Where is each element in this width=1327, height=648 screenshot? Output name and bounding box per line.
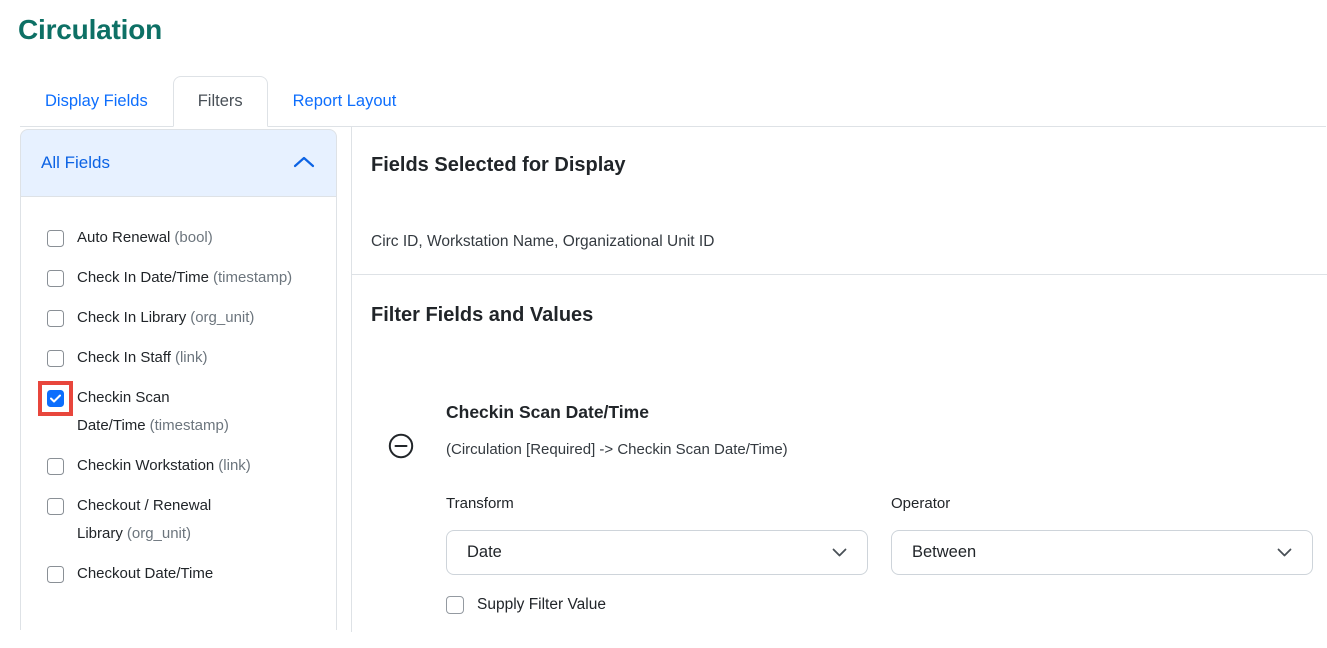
field-checkbox[interactable]: [47, 310, 64, 327]
supply-filter-value-checkbox[interactable]: [446, 596, 464, 614]
fields-selected-section: Fields Selected for Display Circ ID, Wor…: [352, 127, 1327, 275]
field-type: (link): [175, 349, 208, 366]
main-panel: Fields Selected for Display Circ ID, Wor…: [351, 127, 1327, 632]
filter-entry-name: Checkin Scan Date/Time: [446, 402, 1313, 423]
field-checkbox[interactable]: [47, 566, 64, 583]
remove-filter-button[interactable]: [388, 433, 414, 459]
field-label: Auto Renewal: [77, 229, 170, 246]
field-type: (link): [218, 457, 251, 474]
highlight-red-box: [47, 390, 64, 407]
tab-display-fields[interactable]: Display Fields: [20, 76, 173, 127]
field-label: Check In Date/Time: [77, 269, 209, 286]
field-type: (org_unit): [127, 525, 191, 542]
field-list: Auto Renewal(bool) Check In Date/Time(ti…: [20, 197, 337, 630]
field-row-check-in-library: Check In Library(org_unit): [47, 298, 336, 338]
field-row-check-in-staff: Check In Staff(link): [47, 338, 336, 378]
field-type: (timestamp): [150, 417, 229, 434]
selected-fields-text: Circ ID, Workstation Name, Organizationa…: [371, 232, 1307, 251]
field-checkbox[interactable]: [47, 498, 64, 515]
field-label: Checkin Workstation: [77, 457, 214, 474]
field-checkbox[interactable]: [47, 270, 64, 287]
field-label: Check In Staff: [77, 349, 171, 366]
field-label: Check In Library: [77, 309, 186, 326]
operator-select[interactable]: Between: [891, 530, 1313, 575]
supply-filter-value-label: Supply Filter Value: [477, 596, 606, 614]
filter-fields-section: Filter Fields and Values Checkin Scan Da…: [352, 275, 1327, 614]
field-label: Checkout Date/Time: [77, 565, 213, 582]
operator-label: Operator: [891, 495, 1313, 513]
field-row-checkin-scan-datetime: Checkin Scan Date/Time(timestamp): [47, 378, 336, 446]
transform-selected-value: Date: [467, 543, 502, 562]
operator-selected-value: Between: [912, 543, 976, 562]
field-row-checkout-renewal-library: Checkout / Renewal Library(org_unit): [47, 486, 336, 554]
tab-report-layout[interactable]: Report Layout: [268, 76, 422, 127]
transform-select[interactable]: Date: [446, 530, 868, 575]
field-type: (bool): [174, 229, 212, 246]
field-type: (timestamp): [213, 269, 292, 286]
page-title: Circulation: [18, 14, 1327, 46]
field-checkbox[interactable]: [47, 230, 64, 247]
field-checkbox[interactable]: [47, 458, 64, 475]
field-row-checkin-workstation: Checkin Workstation(link): [47, 446, 336, 486]
field-row-auto-renewal: Auto Renewal(bool): [47, 218, 336, 258]
filter-entry-checkin-scan-datetime: Checkin Scan Date/Time (Circulation [Req…: [371, 402, 1313, 614]
minus-circle-icon: [388, 447, 414, 462]
chevron-up-icon: [293, 153, 315, 173]
field-row-checkout-datetime: Checkout Date/Time: [47, 554, 336, 594]
all-fields-accordion-header[interactable]: All Fields: [20, 129, 337, 197]
chevron-down-icon: [1277, 543, 1292, 562]
filter-entry-path: (Circulation [Required] -> Checkin Scan …: [446, 440, 1313, 459]
field-type: (org_unit): [190, 309, 254, 326]
field-row-check-in-datetime: Check In Date/Time(timestamp): [47, 258, 336, 298]
tab-bar: Display Fields Filters Report Layout: [20, 76, 1326, 127]
filter-fields-heading: Filter Fields and Values: [371, 303, 1313, 327]
content-area: All Fields Auto Renewal(bool) Check In D…: [0, 127, 1327, 632]
fields-selected-heading: Fields Selected for Display: [371, 153, 1307, 177]
chevron-down-icon: [832, 543, 847, 562]
tab-filters[interactable]: Filters: [173, 76, 268, 127]
transform-label: Transform: [446, 495, 868, 513]
fields-sidebar: All Fields Auto Renewal(bool) Check In D…: [20, 129, 337, 632]
field-checkbox[interactable]: [47, 390, 64, 407]
all-fields-label: All Fields: [41, 153, 110, 173]
field-checkbox[interactable]: [47, 350, 64, 367]
